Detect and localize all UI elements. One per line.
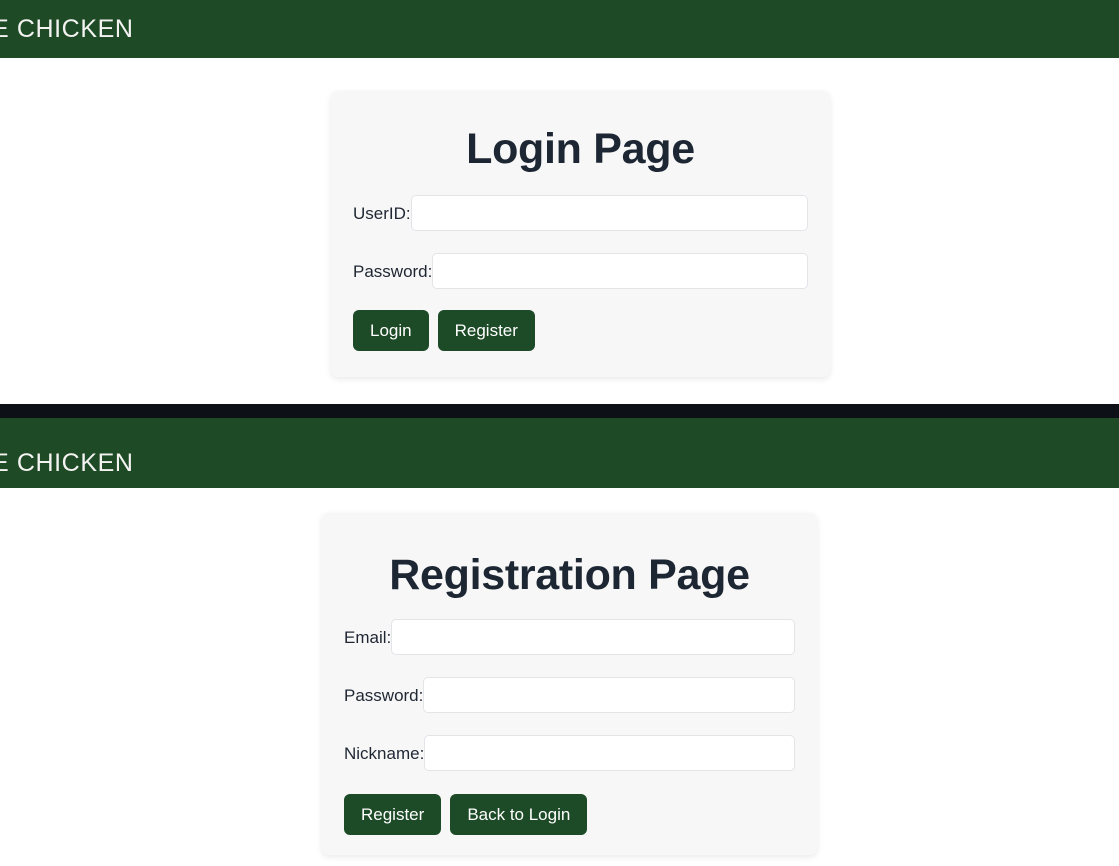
login-goto-register-button[interactable]: Register	[437, 310, 535, 351]
registration-page-title: Registration Page	[389, 551, 750, 599]
registration-card: Registration Page Email: Password: Nickn…	[322, 513, 817, 855]
registration-back-to-login-button[interactable]: Back to Login	[450, 794, 588, 835]
login-button-row: Login Register	[331, 310, 830, 351]
registration-password-label: Password:	[344, 685, 424, 705]
registration-nickname-label: Nickname:	[344, 743, 425, 763]
login-password-row: Password:	[353, 253, 808, 289]
site-brand-title: E CHICKEN	[0, 15, 134, 43]
screenshot-separator	[0, 404, 1119, 418]
login-userid-label: UserID:	[353, 203, 411, 223]
registration-nickname-row: Nickname:	[344, 735, 795, 771]
registration-email-input[interactable]	[391, 619, 795, 655]
login-submit-button[interactable]: Login	[353, 310, 429, 351]
registration-form: Email: Password: Nickname:	[322, 619, 817, 771]
registration-email-row: Email:	[344, 619, 795, 655]
registration-nickname-input[interactable]	[424, 735, 795, 771]
login-userid-row: UserID:	[353, 195, 808, 231]
login-form: UserID: Password:	[331, 195, 830, 289]
site-brand-title: E CHICKEN	[0, 449, 134, 477]
registration-password-input[interactable]	[423, 677, 795, 713]
site-header-registration: E CHICKEN	[0, 418, 1119, 488]
page-root: E CHICKEN Login Page UserID: Password: L…	[0, 0, 1119, 866]
registration-email-label: Email:	[344, 627, 392, 647]
login-password-input[interactable]	[432, 253, 808, 289]
site-header-login: E CHICKEN	[0, 0, 1119, 58]
login-card: Login Page UserID: Password: Login Regis…	[331, 91, 830, 377]
registration-button-row: Register Back to Login	[322, 794, 817, 835]
login-userid-input[interactable]	[410, 195, 808, 231]
login-password-label: Password:	[353, 261, 433, 281]
login-page-title: Login Page	[466, 125, 695, 173]
registration-password-row: Password:	[344, 677, 795, 713]
registration-submit-button[interactable]: Register	[344, 794, 442, 835]
